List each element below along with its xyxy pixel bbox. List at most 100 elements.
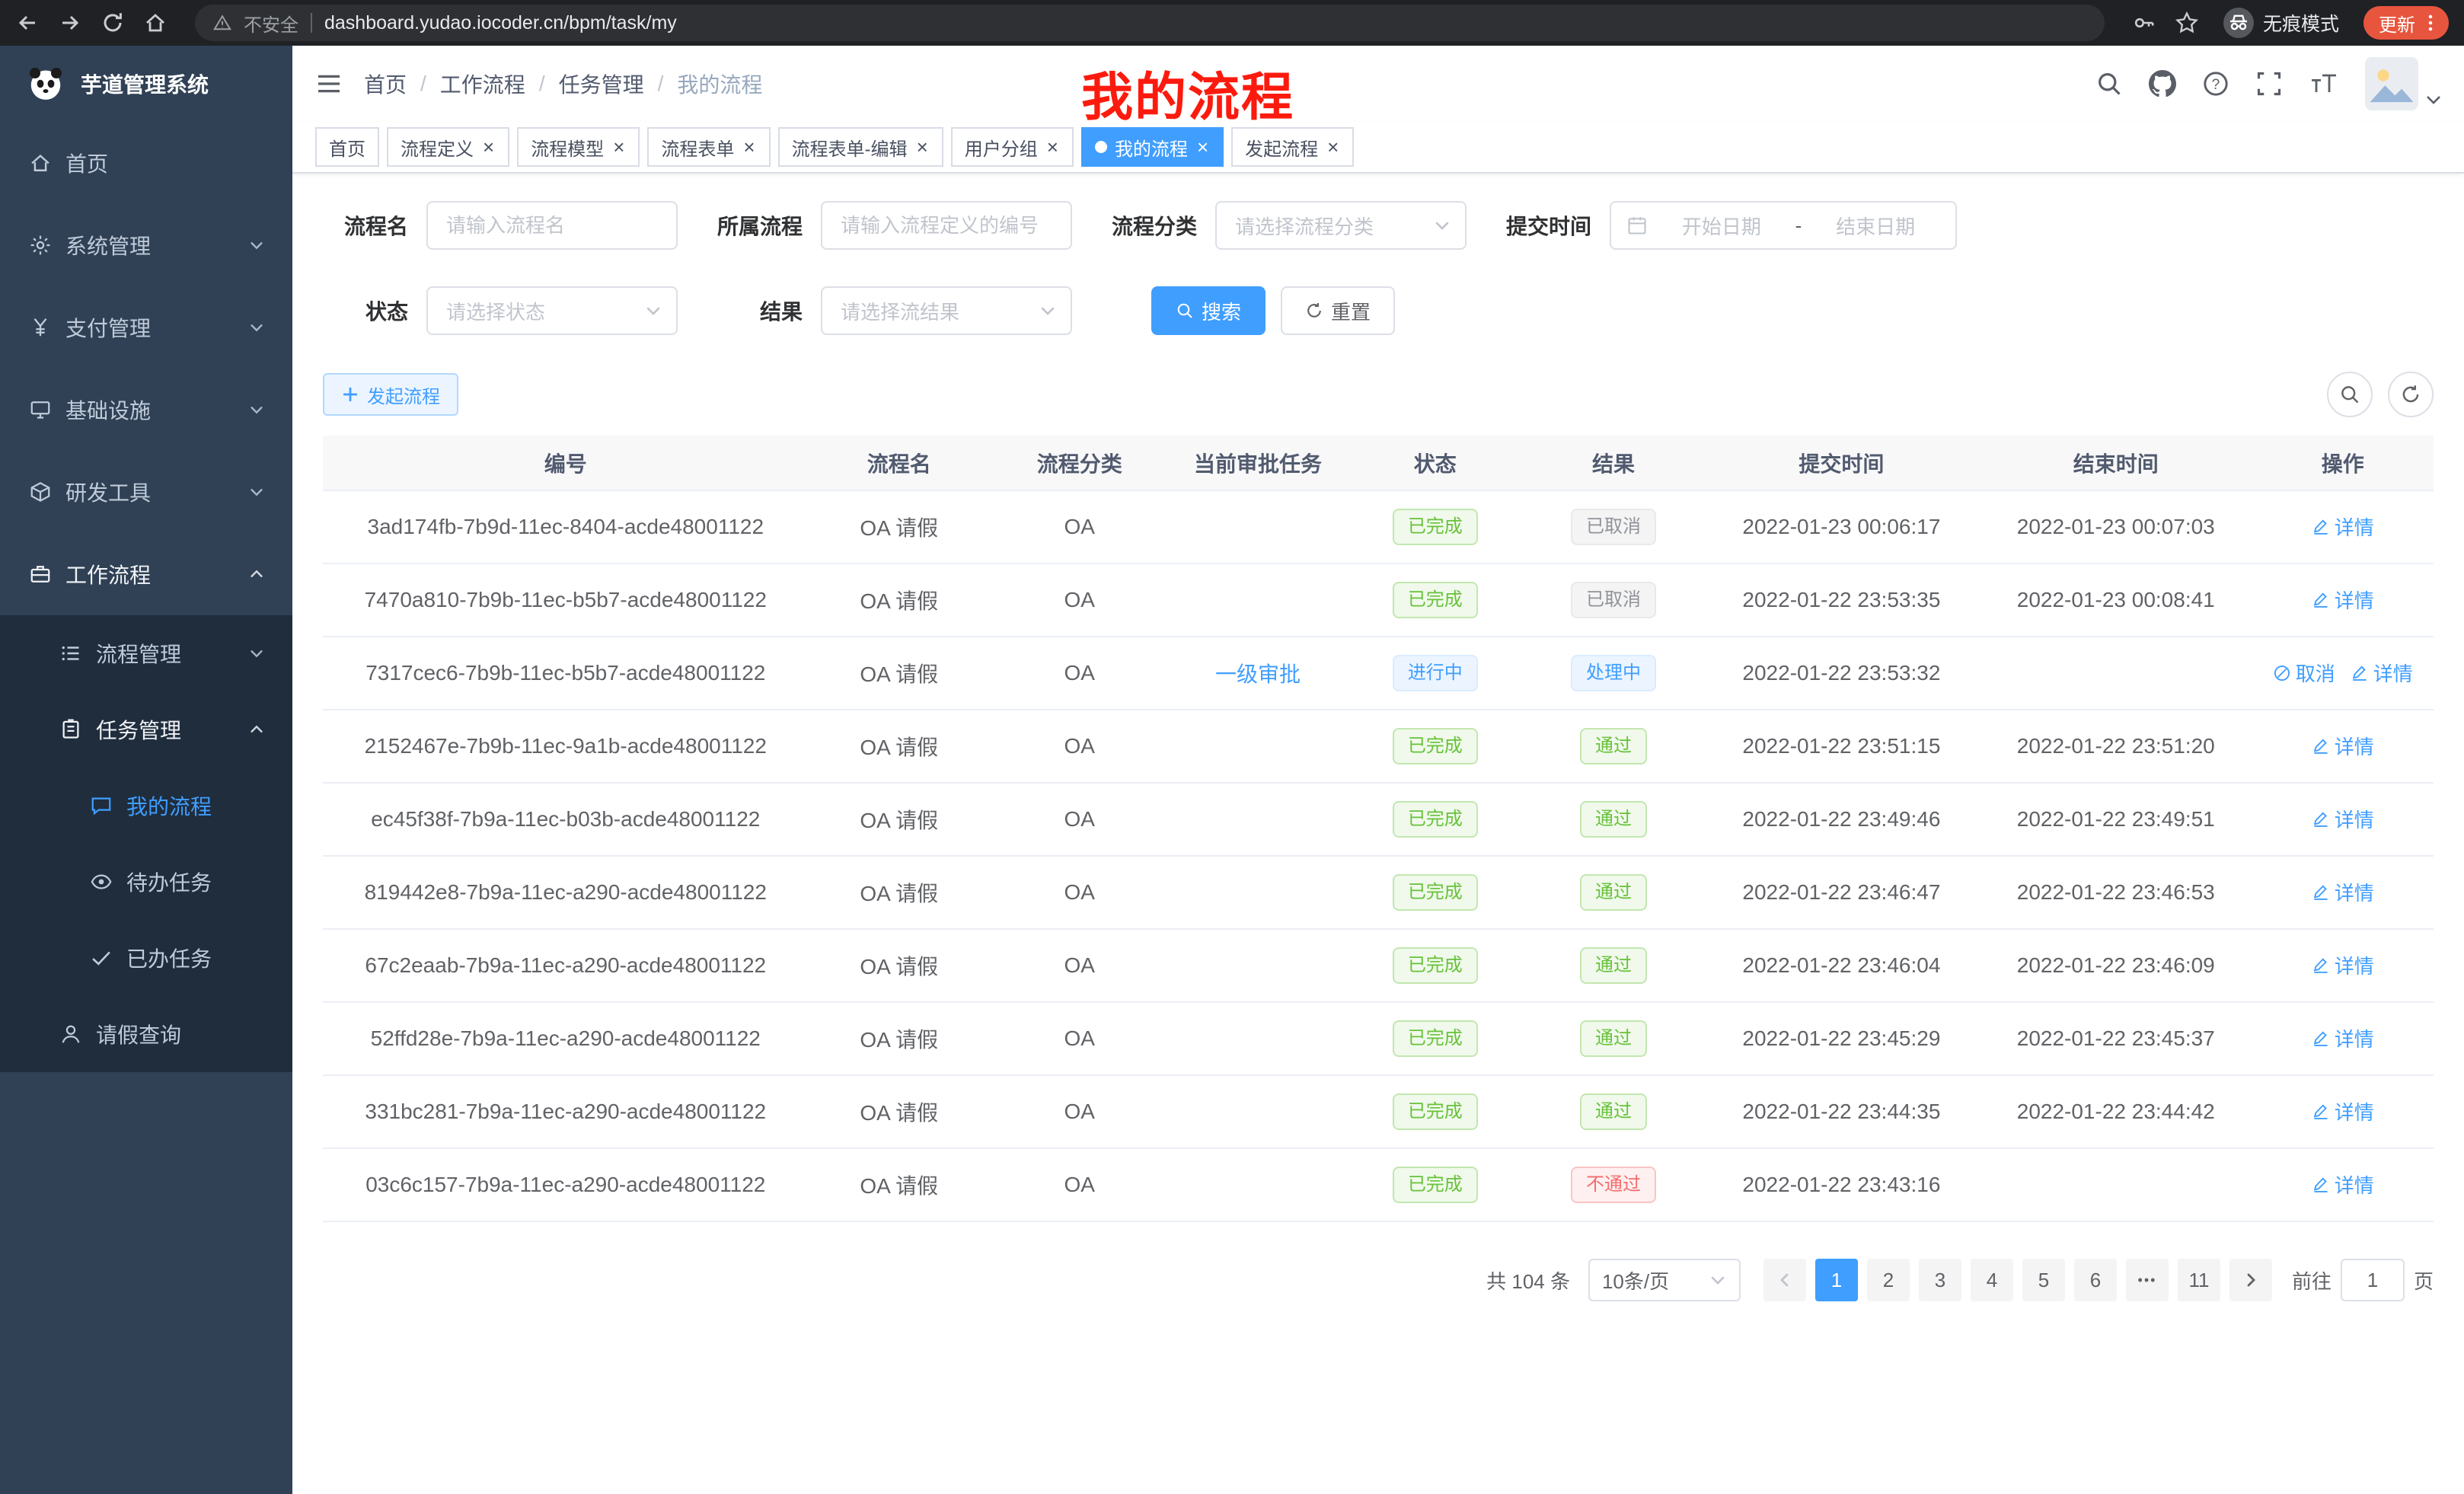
table-row: 2152467e-7b9b-11ec-9a1b-acde48001122OA 请… <box>323 710 2434 783</box>
detail-button[interactable]: 详情 <box>2312 732 2374 760</box>
detail-button[interactable]: 详情 <box>2312 805 2374 833</box>
sidebar-item-my-process[interactable]: 我的流程 <box>0 768 292 844</box>
page-button-1[interactable]: 1 <box>1815 1259 1858 1301</box>
sidebar-item-done-tasks[interactable]: 已办任务 <box>0 920 292 996</box>
page-size-select[interactable]: 10条/页 <box>1588 1259 1741 1301</box>
page-button-11[interactable]: 11 <box>2178 1259 2220 1301</box>
close-icon[interactable]: × <box>1326 137 1340 157</box>
breadcrumb-item[interactable]: 首页 <box>364 69 407 99</box>
goto-page-input[interactable] <box>2341 1259 2405 1301</box>
refresh-table-button[interactable] <box>2388 372 2434 417</box>
page-button-4[interactable]: 4 <box>1971 1259 2013 1301</box>
submit-time-range-picker[interactable]: 开始日期 - 结束日期 <box>1610 201 1957 250</box>
cell-submit-time: 2022-01-22 23:44:35 <box>1703 1075 1980 1148</box>
help-icon[interactable]: ? <box>2202 70 2229 97</box>
fullscreen-icon[interactable] <box>2255 70 2283 97</box>
close-icon[interactable]: × <box>611 137 626 157</box>
sidebar-item-todo-tasks[interactable]: 待办任务 <box>0 844 292 920</box>
detail-button[interactable]: 详情 <box>2312 1170 2374 1199</box>
tools-icon <box>29 480 52 503</box>
sidebar-item-payment[interactable]: 支付管理 <box>0 286 292 369</box>
tab-process-definition[interactable]: 流程定义× <box>387 127 509 167</box>
sidebar-item-infra[interactable]: 基础设施 <box>0 369 292 451</box>
cell-end-time: 2022-01-23 00:08:41 <box>1980 563 2252 637</box>
cancel-button[interactable]: 取消 <box>2273 659 2335 687</box>
status-badge: 进行中 <box>1393 655 1478 691</box>
browser-forward-icon[interactable] <box>58 11 82 35</box>
reset-button[interactable]: 重置 <box>1281 286 1395 335</box>
tab-home[interactable]: 首页 <box>315 127 379 167</box>
current-task-link[interactable]: 一级审批 <box>1215 662 1301 686</box>
detail-button[interactable]: 详情 <box>2312 512 2374 541</box>
page-ellipsis[interactable]: ••• <box>2126 1259 2169 1301</box>
sidebar-item-process-management[interactable]: 流程管理 <box>0 615 292 691</box>
tagbar: 首页流程定义×流程模型×流程表单×流程表单-编辑×用户分组×我的流程×发起流程× <box>292 122 2464 174</box>
detail-button[interactable]: 详情 <box>2312 878 2374 906</box>
tab-my-process[interactable]: 我的流程× <box>1081 127 1224 167</box>
category-select[interactable]: 请选择流程分类 <box>1215 201 1467 250</box>
update-button[interactable]: 更新 <box>2363 6 2449 40</box>
breadcrumb-separator: / <box>420 72 426 96</box>
tab-process-form[interactable]: 流程表单× <box>647 127 770 167</box>
page-button-3[interactable]: 3 <box>1919 1259 1961 1301</box>
tab-process-model[interactable]: 流程模型× <box>517 127 640 167</box>
cell-current-task <box>1170 783 1347 856</box>
close-icon[interactable]: × <box>742 137 756 157</box>
close-icon[interactable]: × <box>1045 137 1060 157</box>
create-process-button[interactable]: 发起流程 <box>323 373 458 416</box>
result-badge: 已取消 <box>1571 582 1656 618</box>
close-icon[interactable]: × <box>915 137 930 157</box>
next-page-button[interactable] <box>2229 1259 2272 1301</box>
result-select[interactable]: 请选择流结果 <box>821 286 1072 335</box>
breadcrumb-item[interactable]: 任务管理 <box>559 69 644 99</box>
page-button-6[interactable]: 6 <box>2074 1259 2117 1301</box>
close-icon[interactable]: × <box>1195 137 1210 157</box>
detail-button[interactable]: 详情 <box>2312 1024 2374 1052</box>
status-select[interactable]: 请选择状态 <box>426 286 678 335</box>
github-icon[interactable] <box>2149 70 2176 97</box>
search-icon <box>1176 302 1194 320</box>
prev-page-button[interactable] <box>1763 1259 1806 1301</box>
browser-home-icon[interactable] <box>143 11 168 35</box>
tab-user-group[interactable]: 用户分组× <box>951 127 1074 167</box>
tab-start-process[interactable]: 发起流程× <box>1231 127 1354 167</box>
cell-result: 通过 <box>1524 929 1703 1002</box>
detail-button[interactable]: 详情 <box>2351 659 2413 687</box>
sidebar-toggle-icon[interactable] <box>315 70 343 97</box>
sidebar-item-workflow[interactable]: 工作流程 <box>0 533 292 615</box>
address-bar[interactable]: 不安全 dashboard.yudao.iocoder.cn/bpm/task/… <box>195 5 2105 41</box>
page-button-5[interactable]: 5 <box>2022 1259 2065 1301</box>
cell-end-time: 2022-01-22 23:46:53 <box>1980 856 2252 929</box>
detail-button[interactable]: 详情 <box>2312 586 2374 614</box>
process-id-input[interactable] <box>821 201 1072 250</box>
tab-process-form-edit[interactable]: 流程表单-编辑× <box>778 127 943 167</box>
close-icon[interactable]: × <box>481 137 496 157</box>
detail-button[interactable]: 详情 <box>2312 951 2374 979</box>
browser-back-icon[interactable] <box>15 11 40 35</box>
search-button[interactable]: 搜索 <box>1151 286 1266 335</box>
page-button-2[interactable]: 2 <box>1867 1259 1910 1301</box>
result-badge: 通过 <box>1580 801 1647 838</box>
cell-process-name: OA 请假 <box>809 490 990 563</box>
browser-menu-dots-icon[interactable] <box>2420 12 2441 34</box>
cell-current-task <box>1170 490 1347 563</box>
sidebar-item-system[interactable]: 系统管理 <box>0 204 292 286</box>
browser-reload-icon[interactable] <box>101 11 125 35</box>
process-name-input[interactable] <box>426 201 678 250</box>
detail-button[interactable]: 详情 <box>2312 1097 2374 1125</box>
bookmark-star-icon[interactable] <box>2175 11 2199 35</box>
sidebar-item-leave-query[interactable]: 请假查询 <box>0 996 292 1072</box>
font-size-icon[interactable] <box>2309 72 2339 95</box>
toggle-search-button[interactable] <box>2327 372 2373 417</box>
breadcrumb-item[interactable]: 工作流程 <box>440 69 525 99</box>
table-row: ec45f38f-7b9a-11ec-b03b-acde48001122OA 请… <box>323 783 2434 856</box>
cell-submit-time: 2022-01-22 23:49:46 <box>1703 783 1980 856</box>
sidebar-item-task-management[interactable]: 任务管理 <box>0 691 292 768</box>
sidebar-item-devtools[interactable]: 研发工具 <box>0 451 292 533</box>
user-avatar[interactable] <box>2365 57 2441 110</box>
goto-label: 前往 <box>2292 1266 2332 1294</box>
pagination: 共 104 条 10条/页 123456•••11 前往 页 <box>323 1259 2434 1301</box>
search-icon[interactable] <box>2095 70 2123 97</box>
sidebar-item-home[interactable]: 首页 <box>0 122 292 204</box>
password-key-icon[interactable] <box>2132 11 2156 35</box>
